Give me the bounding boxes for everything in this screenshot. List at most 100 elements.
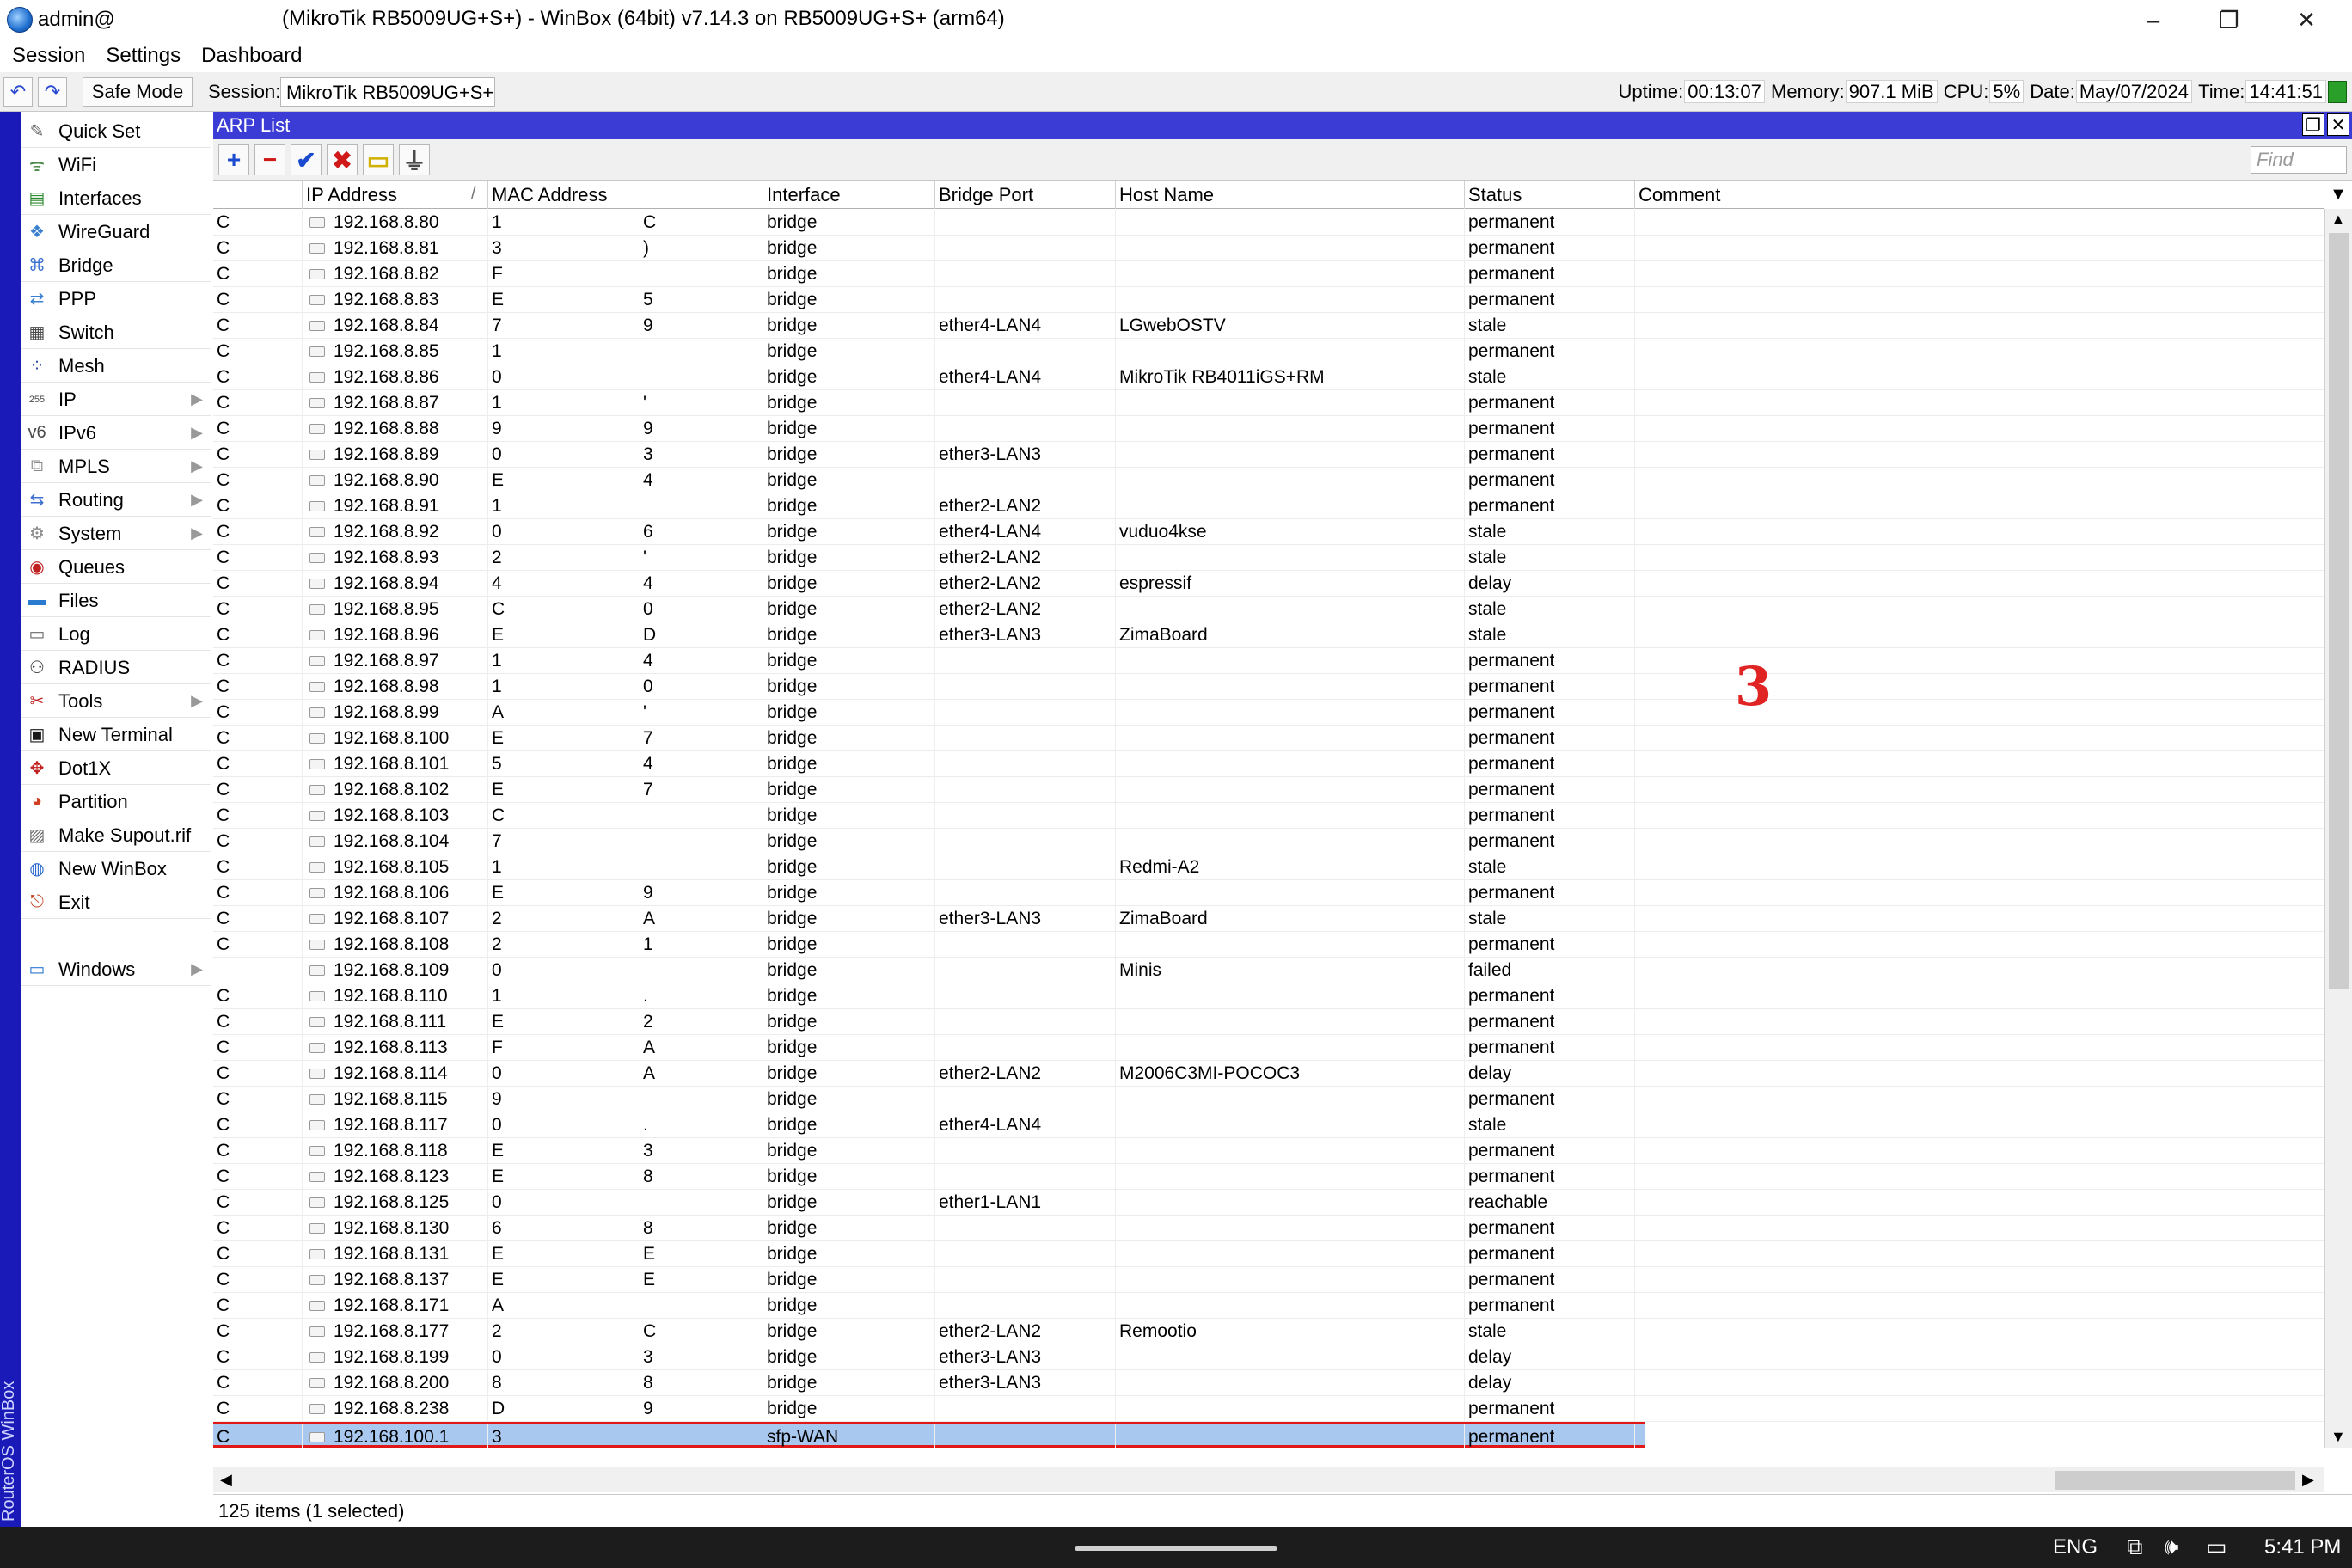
scroll-left-icon[interactable]: ◀ [220,1471,232,1489]
sidebar-item-new-terminal[interactable]: ▣ New Terminal [21,719,211,751]
table-row[interactable]: C 192.168.8.125 0 bridge ether1-LAN1 reachabl… [213,1190,2324,1216]
enable-button[interactable]: ✔ [291,144,322,175]
table-row[interactable]: C 192.168.8.101 5 4 bridge permanent [213,751,2324,777]
table-row[interactable]: C 192.168.8.83 E 5 bridge permanent [213,287,2324,313]
sidebar-item-ppp[interactable]: ⇄ PPP [21,283,211,315]
vertical-scroll-thumb[interactable] [2329,233,2349,989]
sidebar-item-quick-set[interactable]: ✎ Quick Set [21,115,211,148]
menu-session[interactable]: Session [12,44,85,68]
table-row[interactable]: C 192.168.8.85 1 bridge permanent [213,339,2324,364]
table-row[interactable]: C 192.168.8.123 E 8 bridge permanent [213,1164,2324,1190]
table-row[interactable]: C 192.168.8.102 E 7 bridge permanent [213,777,2324,803]
table-row[interactable]: C 192.168.8.199 0 3 bridge ether3-LAN3 delay [213,1344,2324,1370]
table-row[interactable]: C 192.168.8.131 E Ebridge permanent [213,1241,2324,1267]
remove-button[interactable]: − [254,144,285,175]
sidebar-item-routing[interactable]: ⇆ Routing ▶ [21,484,211,517]
vertical-scrollbar[interactable]: ▲ ▼ [2324,209,2352,1448]
sidebar-item-system[interactable]: ⚙ System ▶ [21,518,211,550]
table-row[interactable]: C 192.168.8.80 1 Cbridge permanent [213,210,2324,236]
scroll-down-icon[interactable]: ▼ [2331,1428,2346,1446]
sidebar-item-files[interactable]: ▬ Files [21,585,211,617]
table-row[interactable]: C 192.168.8.91 1 bridge ether2-LAN2 permanent [213,493,2324,519]
sidebar-item-dot1x[interactable]: ✥ Dot1X [21,752,211,785]
scroll-right-icon[interactable]: ▶ [2302,1471,2314,1489]
taskbar-handle[interactable] [1075,1546,1277,1551]
sidebar-item-switch[interactable]: ▦ Switch [21,316,211,349]
table-row[interactable]: C 192.168.8.106 E 9 bridge permanent [213,880,2324,906]
column-header-mac-address[interactable]: MAC Address [488,181,763,209]
language-indicator[interactable]: ENG [2053,1535,2098,1559]
table-row-selected[interactable]: C 192.168.100.1 3 sfp-WAN permanent [213,1422,2324,1448]
table-row[interactable]: C 192.168.8.111 E 2 bridge permanent [213,1009,2324,1035]
table-row[interactable]: C 192.168.8.84 7 9 bridge ether4-LAN4 LGwebOST… [213,313,2324,339]
sidebar-item-mpls[interactable]: ⧉ MPLS ▶ [21,450,211,483]
table-row[interactable]: C 192.168.8.105 1 bridge Redmi-A2 stale [213,854,2324,880]
comment-button[interactable]: ▭ [363,144,394,175]
sidebar-item-bridge[interactable]: ⌘ Bridge [21,249,211,282]
sidebar-item-new-winbox[interactable]: ◍ New WinBox [21,853,211,885]
table-row[interactable]: C 192.168.8.86 0 bridge ether4-LAN4 MikroTik … [213,364,2324,390]
screen-icon[interactable]: ⧉ [2127,1534,2143,1561]
restore-window-button[interactable]: ❐ [2302,113,2324,136]
horizontal-scroll-thumb[interactable] [2055,1471,2295,1490]
table-row[interactable]: C 192.168.8.90 E 4 bridge permanent [213,468,2324,493]
scroll-up-icon[interactable]: ▲ [2331,211,2346,229]
sidebar-item-interfaces[interactable]: ▤ Interfaces [21,182,211,215]
table-row[interactable]: C 192.168.8.104 7 bridge permanent [213,829,2324,854]
table-row[interactable]: C 192.168.8.118 E 3 bridge permanent [213,1138,2324,1164]
sidebar-item-queues[interactable]: ◉ Queues [21,551,211,584]
table-row[interactable]: C 192.168.8.137 E Ebridge permanent [213,1267,2324,1293]
volume-icon[interactable]: 🕪 [2165,1534,2178,1561]
table-row[interactable]: C 192.168.8.94 4 4 bridge ether2-LAN2 espressi… [213,571,2324,597]
minimize-button[interactable]: – [2116,0,2190,40]
battery-icon[interactable]: ▭ [2206,1534,2227,1560]
table-row[interactable]: C 192.168.8.113 F Abridge permanent [213,1035,2324,1061]
sidebar-item-log[interactable]: ▭ Log [21,618,211,651]
table-row[interactable]: C 192.168.8.171 Abridge permanent [213,1293,2324,1319]
column-header-host-name[interactable]: Host Name [1116,181,1465,209]
sidebar-item-make-supout-rif[interactable]: ▨ Make Supout.rif [21,819,211,852]
table-row[interactable]: C 192.168.8.81 3) bridge permanent [213,236,2324,261]
table-row[interactable]: C 192.168.8.96 E Dbridge ether3-LAN3 ZimaBoar… [213,622,2324,648]
column-header-comment[interactable]: Comment [1635,181,2324,209]
sidebar-item-tools[interactable]: ✂ Tools ▶ [21,685,211,718]
table-row[interactable]: 192.168.8.109 0 bridge Minis failed [213,958,2324,983]
table-row[interactable]: C 192.168.8.93 2 ' bridge ether2-LAN2 stale [213,545,2324,571]
table-row[interactable]: C 192.168.8.108 2 1 bridge permanent [213,932,2324,958]
table-row[interactable]: C 192.168.8.89 0 3 bridge ether3-LAN3 permanen… [213,442,2324,468]
sidebar-item-wireguard[interactable]: ❖ WireGuard [21,216,211,248]
menu-settings[interactable]: Settings [106,44,181,68]
table-row[interactable]: C 192.168.8.88 9 9 bridge permanent [213,416,2324,442]
table-row[interactable]: C 192.168.8.200 8 8 bridge ether3-LAN3 delay [213,1370,2324,1396]
sidebar-item-exit[interactable]: ⎋ Exit [21,886,211,919]
column-header-ip-address[interactable]: IP Address [303,181,488,209]
filter-button[interactable]: ⏚ [399,144,430,175]
table-row[interactable]: C 192.168.8.99 A ' bridge permanent [213,700,2324,726]
table-row[interactable]: C 192.168.8.130 6 8 bridge permanent [213,1216,2324,1241]
column-header-status[interactable]: Status [1465,181,1635,209]
sidebar-item-partition[interactable]: ◕ Partition [21,786,211,818]
column-header-flag[interactable] [213,181,303,209]
table-row[interactable]: C 192.168.8.98 1 0 bridge permanent [213,674,2324,700]
add-button[interactable]: + [218,144,249,175]
sidebar-item-mesh[interactable]: ⁘ Mesh [21,350,211,383]
column-header-bridge-port[interactable]: Bridge Port [935,181,1116,209]
table-row[interactable]: C 192.168.8.115 9 bridge permanent [213,1087,2324,1112]
table-row[interactable]: C 192.168.8.107 2 Abridge ether3-LAN3 ZimaBoa… [213,906,2324,932]
table-row[interactable]: C 192.168.8.238 D 9 bridge permanent [213,1396,2324,1422]
table-row[interactable]: C 192.168.8.117 0. bridge ether4-LAN4 stale [213,1112,2324,1138]
redo-button[interactable]: ↷ [38,77,67,107]
undo-button[interactable]: ↶ [3,77,33,107]
sidebar-item-windows[interactable]: ▭ Windows ▶ [21,953,211,986]
sidebar-item-ipv6[interactable]: v6 IPv6 ▶ [21,417,211,450]
disable-button[interactable]: ✖ [327,144,358,175]
close-arp-button[interactable]: ✕ [2327,113,2349,136]
table-row[interactable]: C 192.168.8.103 Cbridge permanent [213,803,2324,829]
table-row[interactable]: C 192.168.8.92 0 6 bridge ether4-LAN4 vuduo4ks… [213,519,2324,545]
table-row[interactable]: C 192.168.8.95 C 0 bridge ether2-LAN2 stale [213,597,2324,622]
table-row[interactable]: C 192.168.8.114 0 Abridge ether2-LAN2 M2006C3… [213,1061,2324,1087]
table-row[interactable]: C 192.168.8.100 E 7 bridge permanent [213,726,2324,751]
column-menu-icon[interactable]: ▼ [2324,181,2352,209]
table-row[interactable]: C 192.168.8.87 1 ' bridge permanent [213,390,2324,416]
table-row[interactable]: C 192.168.8.97 1 4 bridge permanent [213,648,2324,674]
